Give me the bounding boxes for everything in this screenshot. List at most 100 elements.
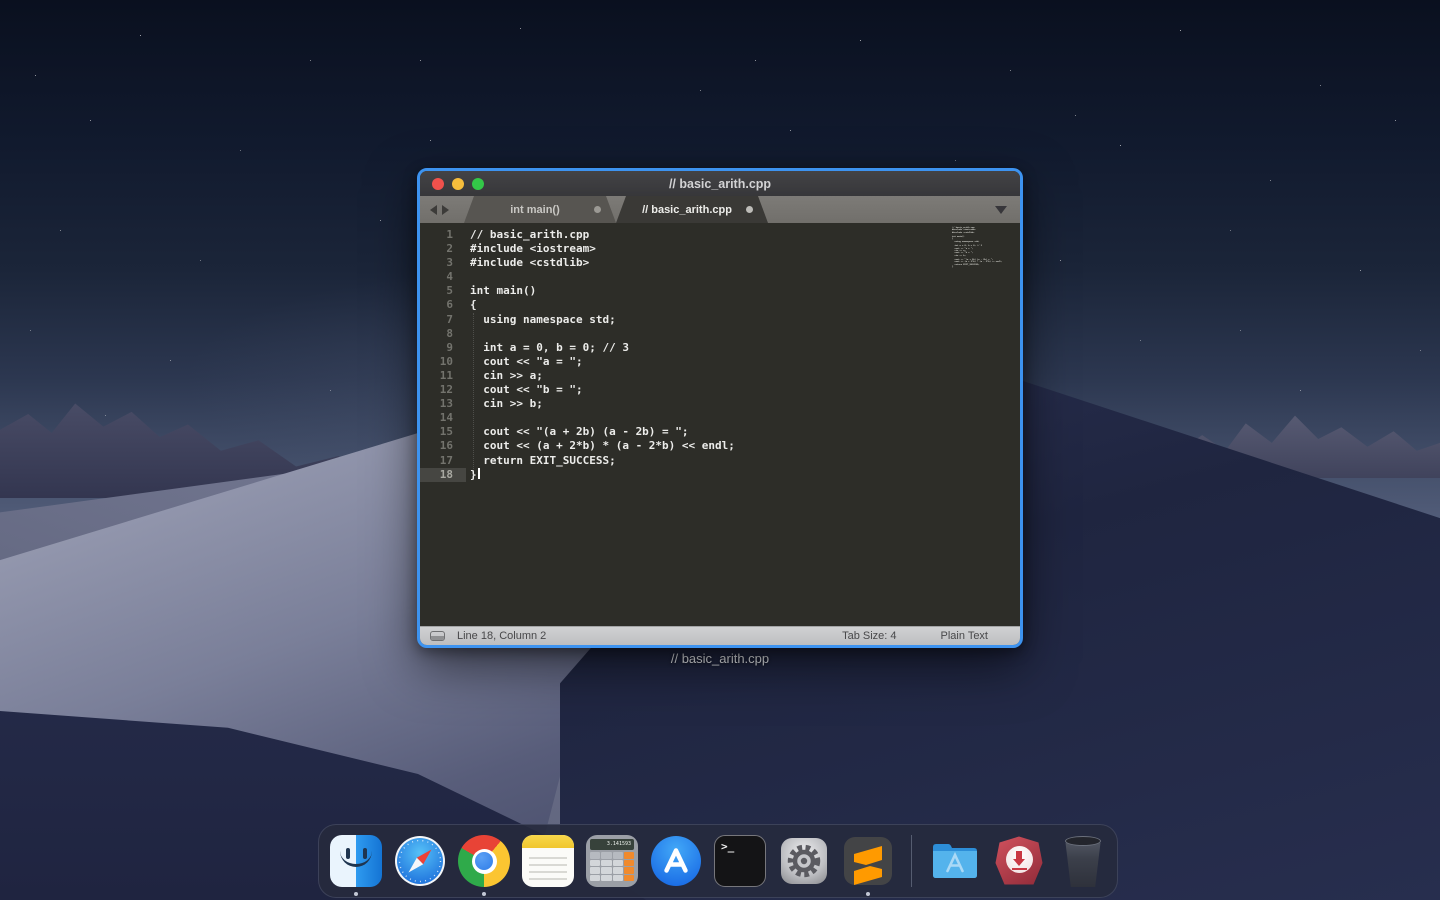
line-number[interactable]: 17 (420, 454, 466, 468)
line-number[interactable]: 18 (420, 468, 466, 482)
editor-pane[interactable]: 1// basic_arith.cpp2#include <iostream>3… (420, 223, 1020, 626)
dock-sublime-text-icon[interactable] (842, 835, 894, 887)
line-number[interactable]: 4 (420, 270, 466, 284)
line-number[interactable]: 9 (420, 341, 466, 355)
code-text (466, 270, 470, 284)
code-text: cout << (a + 2*b) * (a - 2*b) << endl; (466, 439, 735, 453)
minimize-button[interactable] (452, 178, 464, 190)
code-text: int main() (466, 284, 536, 298)
code-text: using namespace std; (466, 313, 616, 327)
code-text: return EXIT_SUCCESS; (466, 454, 616, 468)
cursor-position: Line 18, Column 2 (457, 630, 546, 642)
modified-dot-icon[interactable] (594, 206, 601, 213)
code-text: cin >> b; (466, 397, 543, 411)
tab-bar: int main() // basic_arith.cpp (420, 196, 1020, 223)
code-line: 16 cout << (a + 2*b) * (a - 2*b) << endl… (420, 439, 1020, 453)
calculator-icon: 3.141593 (586, 835, 638, 887)
close-button[interactable] (432, 178, 444, 190)
line-number[interactable]: 12 (420, 383, 466, 397)
code-line: 3#include <cstdlib> (420, 256, 1020, 270)
line-number[interactable]: 2 (420, 242, 466, 256)
code-line: 10 cout << "a = "; (420, 355, 1020, 369)
code-line: 4 (420, 270, 1020, 284)
dock-app-store-icon[interactable] (650, 835, 702, 887)
dock-trash-icon[interactable] (1057, 835, 1109, 887)
text-cursor (478, 468, 480, 479)
line-number[interactable]: 6 (420, 298, 466, 312)
code-text (466, 411, 470, 425)
dock-applications-folder-icon[interactable] (929, 835, 981, 887)
trash-bin-icon (1057, 835, 1109, 887)
app-store-a-icon (650, 835, 702, 887)
code-line: 14 (420, 411, 1020, 425)
code-text: #include <iostream> (466, 242, 596, 256)
code-line: 18} (420, 468, 1020, 482)
minimap[interactable]: // basic_arith.cpp #include <iostream> #… (952, 227, 1000, 268)
line-number[interactable]: 13 (420, 397, 466, 411)
line-number[interactable]: 10 (420, 355, 466, 369)
code-line: 9 int a = 0, b = 0; // 3 (420, 341, 1020, 355)
dock-system-preferences-icon[interactable] (778, 835, 830, 887)
line-number[interactable]: 16 (420, 439, 466, 453)
dock-terminal-icon[interactable]: >_ (714, 835, 766, 887)
line-number[interactable]: 7 (420, 313, 466, 327)
running-indicator-dot (354, 892, 358, 896)
window-title: // basic_arith.cpp (669, 177, 771, 191)
code-line: 7 using namespace std; (420, 313, 1020, 327)
finder-face-icon (330, 835, 382, 887)
code-text (466, 327, 470, 341)
code-line: 17 return EXIT_SUCCESS; (420, 454, 1020, 468)
code-line: 13 cin >> b; (420, 397, 1020, 411)
tab-forward-icon[interactable] (442, 205, 449, 215)
code-area[interactable]: 1// basic_arith.cpp2#include <iostream>3… (420, 228, 1020, 482)
zoom-button[interactable] (472, 178, 484, 190)
dock-downloads-stack-icon[interactable] (993, 835, 1045, 887)
code-text: cout << "(a + 2b) (a - 2b) = "; (466, 425, 689, 439)
terminal-prompt-icon: >_ (714, 835, 766, 887)
tab-label: // basic_arith.cpp (642, 204, 742, 216)
traffic-lights (432, 178, 484, 190)
code-line: 6{ (420, 298, 1020, 312)
code-line: 15 cout << "(a + 2b) (a - 2b) = "; (420, 425, 1020, 439)
code-text: #include <cstdlib> (466, 256, 589, 270)
code-text: cout << "a = "; (466, 355, 583, 369)
tab-size-menu[interactable]: Tab Size: 4 (842, 630, 896, 642)
window-caption: // basic_arith.cpp (417, 651, 1023, 666)
gear-icon (778, 835, 830, 887)
tab-overflow-menu-icon[interactable] (995, 206, 1007, 214)
window-titlebar[interactable]: // basic_arith.cpp (420, 171, 1020, 196)
applications-folder-icon (929, 835, 981, 887)
code-text: cout << "b = "; (466, 383, 583, 397)
code-line: 5int main() (420, 284, 1020, 298)
dock-separator (911, 835, 912, 887)
line-number[interactable]: 8 (420, 327, 466, 341)
code-text: // basic_arith.cpp (466, 228, 589, 242)
running-indicator-dot (866, 892, 870, 896)
modified-dot-icon[interactable] (746, 206, 753, 213)
line-number[interactable]: 3 (420, 256, 466, 270)
dock-notes-icon[interactable] (522, 835, 574, 887)
vintage-panel-icon[interactable] (430, 631, 445, 641)
tab-int-main[interactable]: int main() (464, 196, 616, 223)
line-number[interactable]: 1 (420, 228, 466, 242)
indent-guide (473, 313, 474, 475)
dock-calculator-icon[interactable]: 3.141593 (586, 835, 638, 887)
running-indicator-dot (482, 892, 486, 896)
notes-pad-icon (522, 835, 574, 887)
sublime-text-window: // basic_arith.cpp int main() // basic_a… (417, 168, 1023, 648)
line-number[interactable]: 15 (420, 425, 466, 439)
syntax-menu[interactable]: Plain Text (941, 630, 989, 642)
dock-chrome-icon[interactable] (458, 835, 510, 887)
tab-basic-arith[interactable]: // basic_arith.cpp (616, 196, 768, 223)
status-bar: Line 18, Column 2 Tab Size: 4 Plain Text (420, 626, 1020, 645)
dock-safari-icon[interactable] (394, 835, 446, 887)
tab-back-icon[interactable] (430, 205, 437, 215)
line-number[interactable]: 11 (420, 369, 466, 383)
line-number[interactable]: 14 (420, 411, 466, 425)
tab-label: int main() (510, 204, 570, 216)
line-number[interactable]: 5 (420, 284, 466, 298)
dock-finder-icon[interactable] (330, 835, 382, 887)
desktop-wallpaper: // basic_arith.cpp int main() // basic_a… (0, 0, 1440, 900)
chrome-logo-icon (458, 835, 510, 887)
stars (0, 0, 1, 1)
